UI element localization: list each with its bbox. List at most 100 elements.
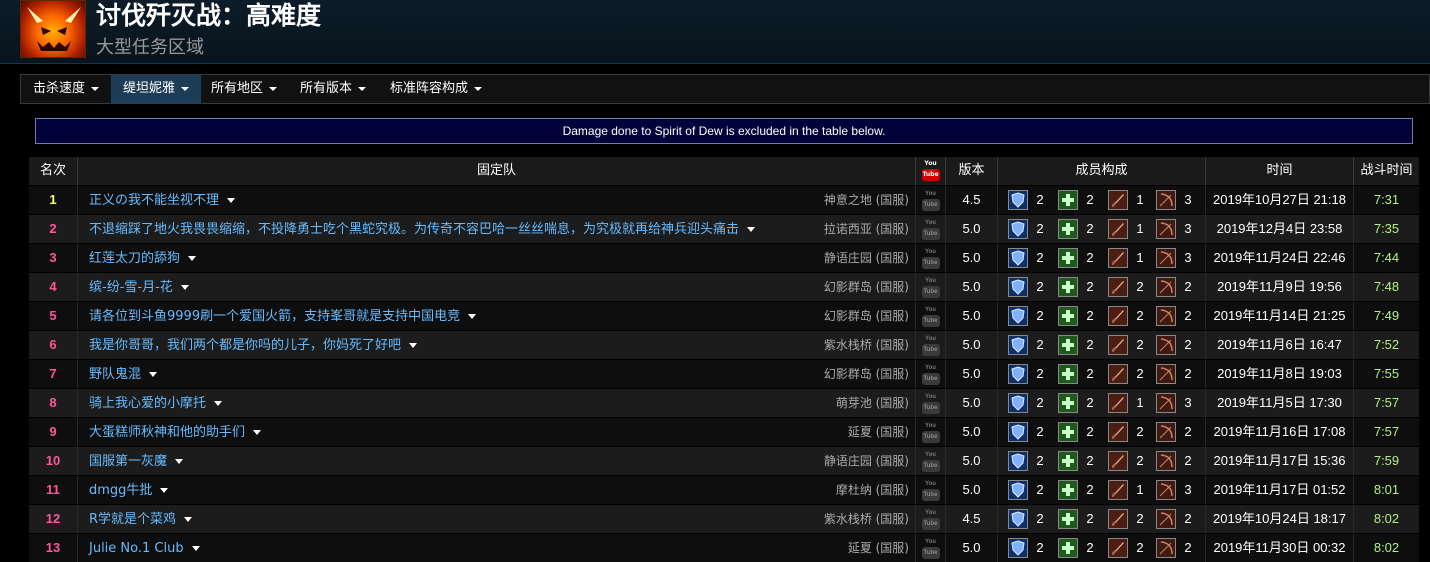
role-count: 1 [1136, 250, 1144, 265]
role-count: 3 [1184, 250, 1192, 265]
team-name-link[interactable]: 正义の我不能坐视不理 [89, 193, 219, 208]
team-menu-caret-icon[interactable] [227, 198, 236, 204]
team-name-link[interactable]: Julie No.1 Club [89, 541, 184, 556]
server-label: 静语庄园 (国服) [823, 454, 909, 468]
team-menu-caret-icon[interactable] [191, 546, 200, 552]
ranged-bow-icon [1156, 538, 1176, 558]
melee-sword-icon [1108, 480, 1128, 500]
version-dropdown[interactable]: 所有版本 [288, 75, 378, 103]
role-count: 2 [1036, 424, 1044, 439]
team-name-link[interactable]: 国服第一灰魔 [89, 454, 167, 469]
team-menu-caret-icon[interactable] [175, 459, 184, 465]
region-dropdown[interactable]: 所有地区 [199, 75, 289, 103]
rank-cell: 6 [29, 331, 78, 359]
header-divider [0, 63, 1430, 64]
team-name-link[interactable]: 红莲太刀的舔狗 [89, 251, 180, 266]
team-cell: 骑上我心爱的小摩托 萌芽池 (国服) [78, 389, 916, 417]
video-cell: You Tube [916, 215, 946, 243]
boss-dropdown[interactable]: 缇坦妮雅 [111, 75, 202, 103]
ranged-bow-icon [1156, 480, 1176, 500]
version-cell: 5.0 [946, 360, 998, 388]
tank-shield-icon [1008, 335, 1028, 355]
role-count: 2 [1136, 453, 1144, 468]
team-cell: 野队鬼混 幻影群岛 (国服) [78, 360, 916, 388]
team-name-link[interactable]: 请各位到斗鱼9999刷一个爱国火箭，支持峯哥就是支持中国电竞 [89, 309, 460, 324]
role-count: 2 [1136, 337, 1144, 352]
melee-sword-icon [1108, 364, 1128, 384]
role-count: 2 [1086, 511, 1094, 526]
table-row: 2 不退缩踩了地火我畏畏缩缩，不投降勇士吃个黑蛇究极。为传奇不容巴哈一丝丝喘息，为… [29, 215, 1419, 243]
role-count: 2 [1086, 453, 1094, 468]
team-menu-caret-icon[interactable] [149, 372, 158, 378]
column-header-date[interactable]: 时间 [1206, 157, 1354, 185]
role-count: 2 [1086, 308, 1094, 323]
rank-cell: 2 [29, 215, 78, 243]
column-header-version[interactable]: 版本 [946, 157, 998, 185]
tank-shield-icon [1008, 190, 1028, 210]
team-name-link[interactable]: 我是你哥哥，我们两个都是你吗的儿子，你妈死了好吧 [89, 338, 401, 353]
ranged-bow-icon [1156, 364, 1176, 384]
column-header-rank[interactable]: 名次 [29, 157, 78, 185]
table-row: 6 我是你哥哥，我们两个都是你吗的儿子，你妈死了好吧 紫水栈桥 (国服) You Tub… [29, 331, 1419, 359]
server-label: 延夏 (国服) [847, 425, 909, 439]
tank-shield-icon [1008, 364, 1028, 384]
column-header-duration[interactable]: 战斗时间 [1354, 157, 1419, 185]
table-row: 13 Julie No.1 Club 延夏 (国服) You Tube 5.0 2 2 2 2 20… [29, 534, 1419, 562]
date-cell: 2019年10月24日 18:17 [1206, 505, 1354, 533]
kill-speed-dropdown[interactable]: 击杀速度 [21, 75, 111, 103]
role-count: 2 [1086, 366, 1094, 381]
date-cell: 2019年10月27日 21:18 [1206, 186, 1354, 214]
team-menu-caret-icon[interactable] [188, 256, 197, 262]
team-menu-caret-icon[interactable] [214, 401, 223, 407]
youtube-icon: You Tube [921, 306, 940, 328]
date-cell: 2019年11月30日 00:32 [1206, 534, 1354, 562]
team-menu-caret-icon[interactable] [160, 488, 169, 494]
filter-label: 标准阵容构成 [390, 81, 469, 96]
team-menu-caret-icon[interactable] [747, 227, 756, 233]
ranged-bow-icon [1156, 451, 1176, 471]
role-count: 2 [1036, 482, 1044, 497]
team-name-link[interactable]: 缤-纷-雪-月-花 [89, 280, 173, 295]
role-count: 2 [1086, 250, 1094, 265]
team-name-link[interactable]: 不退缩踩了地火我畏畏缩缩，不投降勇士吃个黑蛇究极。为传奇不容巴哈一丝丝喘息，为究… [89, 222, 739, 237]
team-name-link[interactable]: 大蛋糕师秋神和他的助手们 [89, 425, 245, 440]
role-count: 2 [1036, 366, 1044, 381]
team-menu-caret-icon[interactable] [468, 314, 477, 320]
role-count: 2 [1036, 395, 1044, 410]
team-name-link[interactable]: dmgg牛批 [89, 483, 152, 498]
role-count: 2 [1086, 424, 1094, 439]
composition-cell: 2 2 2 2 [998, 273, 1206, 301]
team-cell: 不退缩踩了地火我畏畏缩缩，不投降勇士吃个黑蛇究极。为传奇不容巴哈一丝丝喘息，为究… [78, 215, 916, 243]
team-menu-caret-icon[interactable] [409, 343, 418, 349]
page-subtitle: 大型任务区域 [96, 37, 204, 58]
date-cell: 2019年11月5日 17:30 [1206, 389, 1354, 417]
role-count: 3 [1184, 395, 1192, 410]
team-menu-caret-icon[interactable] [180, 285, 189, 291]
column-header-composition[interactable]: 成员构成 [998, 157, 1206, 185]
healer-cross-icon [1058, 219, 1078, 239]
team-menu-caret-icon[interactable] [253, 430, 262, 436]
team-name-link[interactable]: 骑上我心爱的小摩托 [89, 396, 206, 411]
team-name-link[interactable]: 野队鬼混 [89, 367, 141, 382]
healer-cross-icon [1058, 306, 1078, 326]
team-cell: 正义の我不能坐视不理 神意之地 (国服) [78, 186, 916, 214]
youtube-icon: You Tube [921, 277, 940, 299]
table-row: 7 野队鬼混 幻影群岛 (国服) You Tube 5.0 2 2 2 2 2019年11月8日 1… [29, 360, 1419, 388]
team-cell: R学就是个菜鸡 紫水栈桥 (国服) [78, 505, 916, 533]
page-header: 讨伐歼灭战：高难度 大型任务区域 [0, 0, 1430, 64]
youtube-icon: You Tube [921, 160, 940, 182]
rank-cell: 13 [29, 534, 78, 562]
youtube-icon: You Tube [921, 509, 940, 531]
melee-sword-icon [1108, 538, 1128, 558]
composition-dropdown[interactable]: 标准阵容构成 [378, 75, 494, 103]
table-row: 1 正义の我不能坐视不理 神意之地 (国服) You Tube 4.5 2 2 1 3 2019年1… [29, 186, 1419, 214]
video-cell: You Tube [916, 360, 946, 388]
healer-cross-icon [1058, 190, 1078, 210]
column-header-team[interactable]: 固定队 [78, 157, 916, 185]
melee-sword-icon [1108, 306, 1128, 326]
date-cell: 2019年11月6日 16:47 [1206, 331, 1354, 359]
column-header-video: You Tube [916, 157, 946, 185]
rank-cell: 12 [29, 505, 78, 533]
team-menu-caret-icon[interactable] [184, 517, 193, 523]
team-name-link[interactable]: R学就是个菜鸡 [89, 512, 176, 527]
